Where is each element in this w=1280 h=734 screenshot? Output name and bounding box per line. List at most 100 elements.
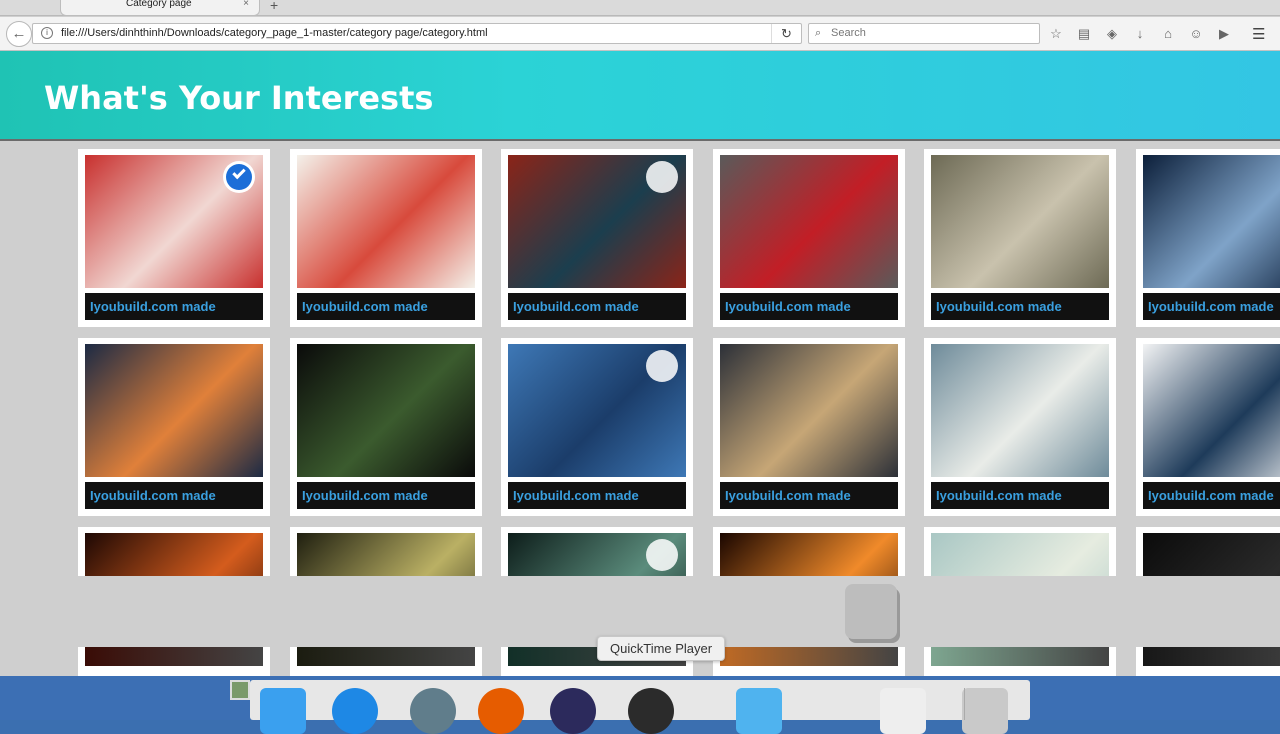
category-image[interactable] (931, 533, 1109, 576)
youtube-icon[interactable]: ▶ (1214, 25, 1234, 43)
window-controls[interactable] (0, 0, 52, 16)
page-title: What's Your Interests (44, 79, 434, 117)
category-card-partial[interactable] (78, 647, 270, 676)
category-caption: Iyoubuild.com made (1143, 293, 1280, 320)
category-image[interactable] (85, 647, 263, 666)
tab-category-page[interactable]: Category page × (60, 0, 260, 16)
category-card-partial[interactable] (924, 647, 1116, 676)
dock-bar (250, 680, 1030, 734)
category-image[interactable] (720, 533, 898, 576)
trash-icon[interactable] (962, 688, 1008, 734)
category-card[interactable] (924, 527, 1116, 576)
category-image[interactable] (720, 155, 898, 288)
category-card[interactable]: Iyoubuild.com made (78, 338, 270, 516)
category-image[interactable] (720, 344, 898, 477)
star-icon[interactable]: ☆ (1046, 25, 1066, 43)
category-caption: Iyoubuild.com made (508, 293, 686, 320)
tab-title: Category page (126, 0, 192, 9)
chat-icon[interactable]: ☺ (1186, 25, 1206, 43)
unchecked-circle-icon[interactable] (646, 539, 678, 571)
category-image[interactable] (1143, 155, 1280, 288)
category-card[interactable] (290, 527, 482, 576)
category-image[interactable] (85, 533, 263, 576)
category-card[interactable]: Iyoubuild.com made (78, 149, 270, 327)
category-card-partial[interactable] (290, 647, 482, 676)
checkmark-icon (232, 165, 246, 180)
category-card[interactable] (501, 527, 693, 576)
folder-icon[interactable] (736, 688, 782, 734)
category-card[interactable]: Iyoubuild.com made (501, 338, 693, 516)
category-image[interactable] (931, 344, 1109, 477)
category-caption: Iyoubuild.com made (508, 482, 686, 509)
category-caption: Iyoubuild.com made (297, 293, 475, 320)
category-image[interactable] (297, 344, 475, 477)
category-image[interactable] (508, 533, 686, 576)
checked-icon[interactable] (223, 161, 255, 193)
unchecked-circle-icon[interactable] (646, 161, 678, 193)
category-image[interactable] (720, 647, 898, 666)
firefox-icon[interactable] (478, 688, 524, 734)
category-image[interactable] (508, 344, 686, 477)
browser-window: Category page × + ← i file:///Users/dinh… (0, 0, 1280, 676)
category-caption: Iyoubuild.com made (85, 293, 263, 320)
category-card[interactable]: Iyoubuild.com made (290, 338, 482, 516)
category-card[interactable]: Iyoubuild.com made (713, 338, 905, 516)
category-caption: Iyoubuild.com made (85, 482, 263, 509)
floating-square-icon (845, 584, 897, 639)
category-card[interactable] (1136, 527, 1280, 576)
tab-close-icon[interactable]: × (243, 0, 249, 10)
category-card-partial[interactable] (713, 647, 905, 676)
category-image[interactable] (85, 344, 263, 477)
category-card[interactable]: Iyoubuild.com made (290, 149, 482, 327)
url-bar[interactable]: i file:///Users/dinhthinh/Downloads/cate… (32, 23, 802, 44)
category-card[interactable] (713, 527, 905, 576)
search-placeholder: Search (831, 27, 866, 39)
category-image[interactable] (85, 155, 263, 288)
category-image[interactable] (1143, 344, 1280, 477)
category-image[interactable] (297, 155, 475, 288)
category-image[interactable] (1143, 533, 1280, 576)
category-caption: Iyoubuild.com made (931, 482, 1109, 509)
category-image[interactable] (931, 155, 1109, 288)
category-card[interactable]: Iyoubuild.com made (501, 149, 693, 327)
category-image[interactable] (508, 155, 686, 288)
safari-icon[interactable] (332, 688, 378, 734)
category-card[interactable]: Iyoubuild.com made (713, 149, 905, 327)
quicktime-icon[interactable] (628, 688, 674, 734)
category-card[interactable] (78, 527, 270, 576)
new-tab-button[interactable]: + (270, 0, 278, 13)
window-preview-thumbnail[interactable] (230, 680, 250, 700)
dock-tooltip: QuickTime Player (597, 636, 726, 661)
search-input[interactable]: ⌕ Search (808, 23, 1040, 44)
category-card[interactable]: Iyoubuild.com made (924, 338, 1116, 516)
reload-button[interactable]: ↻ (771, 24, 801, 43)
download-icon[interactable]: ↓ (1130, 25, 1150, 43)
search-icon: ⌕ (815, 27, 822, 39)
category-card[interactable]: Iyoubuild.com made (1136, 149, 1280, 327)
pocket-icon[interactable]: ◈ (1102, 25, 1122, 43)
category-card[interactable]: Iyoubuild.com made (924, 149, 1116, 327)
category-caption: Iyoubuild.com made (297, 482, 475, 509)
category-strip (0, 576, 1280, 676)
category-caption: Iyoubuild.com made (720, 293, 898, 320)
category-card[interactable]: Iyoubuild.com made (1136, 338, 1280, 516)
info-icon[interactable]: i (41, 27, 53, 39)
category-caption: Iyoubuild.com made (1143, 482, 1280, 509)
category-image[interactable] (1143, 647, 1280, 666)
home-icon[interactable]: ⌂ (1158, 25, 1178, 43)
reading-list-icon[interactable]: ▤ (1074, 25, 1094, 43)
navigation-bar: ← i file:///Users/dinhthinh/Downloads/ca… (0, 17, 1280, 51)
category-image[interactable] (931, 647, 1109, 666)
preview-icon[interactable] (410, 688, 456, 734)
menu-icon[interactable]: ☰ (1252, 25, 1265, 43)
category-image[interactable] (297, 533, 475, 576)
dock (0, 676, 1280, 734)
eclipse-icon[interactable] (550, 688, 596, 734)
back-button[interactable]: ← (6, 21, 32, 47)
unchecked-circle-icon[interactable] (646, 350, 678, 382)
dock-separator (964, 688, 965, 720)
category-card-partial[interactable] (1136, 647, 1280, 676)
finder-icon[interactable] (260, 688, 306, 734)
window-icon[interactable] (880, 688, 926, 734)
category-image[interactable] (297, 647, 475, 666)
